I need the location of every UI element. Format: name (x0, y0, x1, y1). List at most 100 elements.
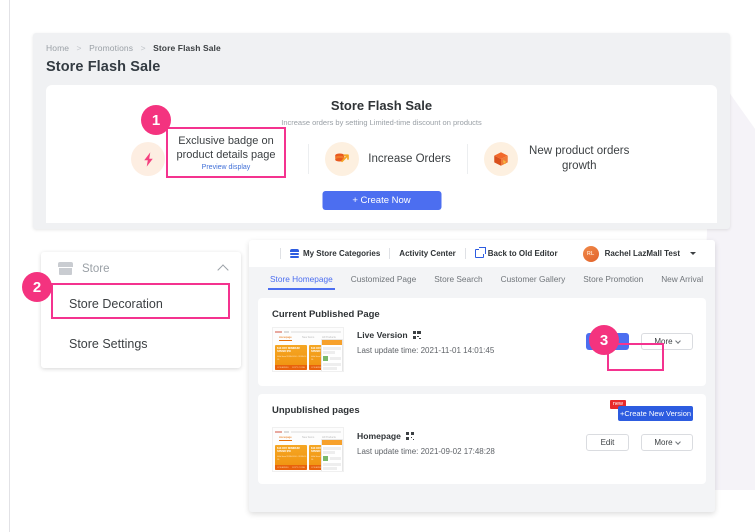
feature-divider-1 (308, 144, 310, 174)
callout-badge-2: 2 (22, 272, 52, 302)
published-update-time: Last update time: 2021-11-01 14:01:45 (357, 346, 495, 355)
store-decoration-window: My Store Categories Activity Center Back… (249, 240, 715, 512)
layers-icon (289, 249, 299, 258)
callout-1-line2: product details page (176, 149, 276, 161)
published-more-label: More (654, 337, 673, 346)
published-version-name-row: Live Version (357, 330, 494, 340)
unpublished-version-name-row: Homepage (357, 431, 495, 441)
tab-customer-gallery[interactable]: Customer Gallery (492, 267, 575, 290)
promo-card: Store Flash Sale Increase orders by sett… (46, 85, 717, 223)
unpublished-row-info: Homepage Last update time: 2021-09-02 17… (357, 431, 495, 456)
unpublished-thumbnail[interactable]: Homepage New Items All Products $13 OFF … (272, 427, 344, 472)
my-store-categories-label: My Store Categories (302, 249, 381, 258)
thumb-card-action: COPY CODE (291, 466, 305, 469)
sidebar-header-label: Store (82, 262, 110, 275)
qr-code-icon[interactable] (405, 432, 414, 440)
thumb-card-small: Valid from 2018-01-10 - 2018-01-16 (277, 456, 307, 461)
callout-1-line1: Exclusive badge on (178, 135, 274, 147)
avatar: RL (582, 245, 599, 262)
thumb-tab-new-items: New Items (302, 336, 315, 339)
activity-center-label: Activity Center (399, 249, 456, 258)
chevron-down-icon[interactable] (690, 252, 696, 255)
feature-item-growth: New product orders growth (483, 142, 632, 176)
chevron-up-icon[interactable] (217, 264, 229, 276)
create-new-version-button[interactable]: +Create New Version (618, 406, 693, 421)
thumb-browser-bar (275, 430, 341, 434)
callout-1-box: Exclusive badge on product details page … (166, 127, 286, 178)
tab-new-arrival[interactable]: New Arrival (652, 267, 712, 290)
breadcrumb-promotions[interactable]: Promotions (89, 43, 133, 53)
thumb-tab-homepage: Homepage (279, 436, 292, 441)
thumb-card-footer: CODE8X50 COPY CODE (275, 365, 307, 370)
unpublished-section-title: Unpublished pages (272, 405, 360, 416)
breadcrumb-current: Store Flash Sale (153, 43, 221, 53)
published-version-name: Live Version (357, 330, 408, 340)
breadcrumb-separator-1: > (76, 43, 82, 53)
tab-customized-page[interactable]: Customized Page (342, 267, 426, 290)
thumb-card-code: CODE8X50 (277, 366, 289, 369)
thumb-card-title: $13 OFF MINIMUM SPEND $50 (277, 447, 300, 454)
my-store-categories-button[interactable]: My Store Categories (281, 247, 389, 261)
account-name: Rachel LazMall Test (604, 249, 680, 258)
left-edge-line (9, 0, 10, 532)
create-now-button[interactable]: + Create Now (322, 191, 441, 210)
page-title: Store Flash Sale (46, 59, 161, 75)
tab-store-homepage[interactable]: Store Homepage (261, 267, 342, 290)
activity-center-button[interactable]: Activity Center (390, 247, 464, 261)
tab-store-search[interactable]: Store Search (425, 267, 491, 290)
store-icon (58, 262, 73, 275)
breadcrumb-separator-2: > (140, 43, 146, 53)
unpublished-version-name: Homepage (357, 431, 401, 441)
published-section-title: Current Published Page (272, 309, 380, 320)
screenshot-root: Home > Promotions > Store Flash Sale Sto… (0, 0, 755, 532)
current-published-panel: Current Published Page Homepage New Item… (258, 298, 706, 386)
top-utility-bar: My Store Categories Activity Center Back… (249, 240, 715, 267)
tab-store-promotion[interactable]: Store Promotion (574, 267, 652, 290)
published-thumbnail[interactable]: Homepage New Items All Products $13 OFF … (272, 327, 344, 372)
feature-item-orders: Increase Orders (325, 142, 451, 176)
feature-row: Increase Orders New product orders growt… (46, 133, 717, 185)
thumb-tab-new-items: New Items (302, 436, 315, 439)
sidebar-item-store-settings[interactable]: Store Settings (41, 325, 241, 363)
callout-badge-1: 1 (141, 105, 171, 135)
feature-label-growth: New product orders growth (529, 145, 630, 172)
unpublished-panel: Unpublished pages new +Create New Versio… (258, 394, 706, 484)
thumb-browser-bar (275, 330, 341, 334)
thumb-phone-preview (321, 339, 343, 371)
thumb-tab-homepage: Homepage (279, 336, 292, 341)
thumb-voucher-card: $13 OFF MINIMUM SPEND $50 Valid from 201… (275, 345, 307, 370)
feature-label-orders: Increase Orders (368, 152, 451, 165)
unpublished-more-label: More (654, 438, 673, 447)
unpublished-more-button[interactable]: More (641, 434, 693, 451)
sidebar-header-store[interactable]: Store (41, 252, 241, 285)
chevron-down-icon (674, 438, 681, 445)
back-to-old-editor-button[interactable]: Back to Old Editor (466, 247, 567, 261)
feature-divider-2 (466, 144, 468, 174)
published-row-info: Live Version Last update time: 2021-11-0… (357, 330, 494, 355)
unpublished-edit-button[interactable]: Edit (586, 434, 629, 451)
thumb-phone-preview (321, 439, 343, 471)
coins-arrow-icon (325, 142, 360, 176)
account-menu[interactable]: RL Rachel LazMall Test (567, 245, 705, 262)
package-box-icon (483, 142, 518, 176)
thumb-card-small: Valid from 2018-01-10 - 2018-01-16 (277, 356, 307, 361)
chevron-down-icon (674, 337, 681, 344)
breadcrumb: Home > Promotions > Store Flash Sale (46, 43, 221, 53)
qr-code-icon[interactable] (412, 331, 421, 339)
unpublished-update-time: Last update time: 2021-09-02 17:48:28 (357, 447, 495, 456)
breadcrumb-home[interactable]: Home (46, 43, 69, 53)
page-tabs: Store Homepage Customized Page Store Sea… (249, 267, 715, 290)
lightning-bolt-icon (131, 142, 166, 176)
callout-badge-3: 3 (589, 325, 619, 355)
external-link-icon (474, 247, 486, 258)
thumb-voucher-card: $13 OFF MINIMUM SPEND $50 Valid from 201… (275, 445, 307, 470)
preview-display-link[interactable]: Preview display (202, 164, 251, 171)
store-menu-window: Store Store Decoration Store Settings (41, 252, 241, 368)
thumb-card-action: COPY CODE (291, 366, 305, 369)
thumb-card-footer: CODE8X50 COPY CODE (275, 465, 307, 470)
flash-sale-window: Home > Promotions > Store Flash Sale Sto… (33, 33, 730, 229)
thumb-card-code: CODE8X50 (277, 466, 289, 469)
sidebar-item-store-decoration[interactable]: Store Decoration (41, 285, 241, 323)
published-more-button[interactable]: More (641, 333, 693, 350)
thumb-card-title: $13 OFF MINIMUM SPEND $50 (277, 347, 300, 354)
